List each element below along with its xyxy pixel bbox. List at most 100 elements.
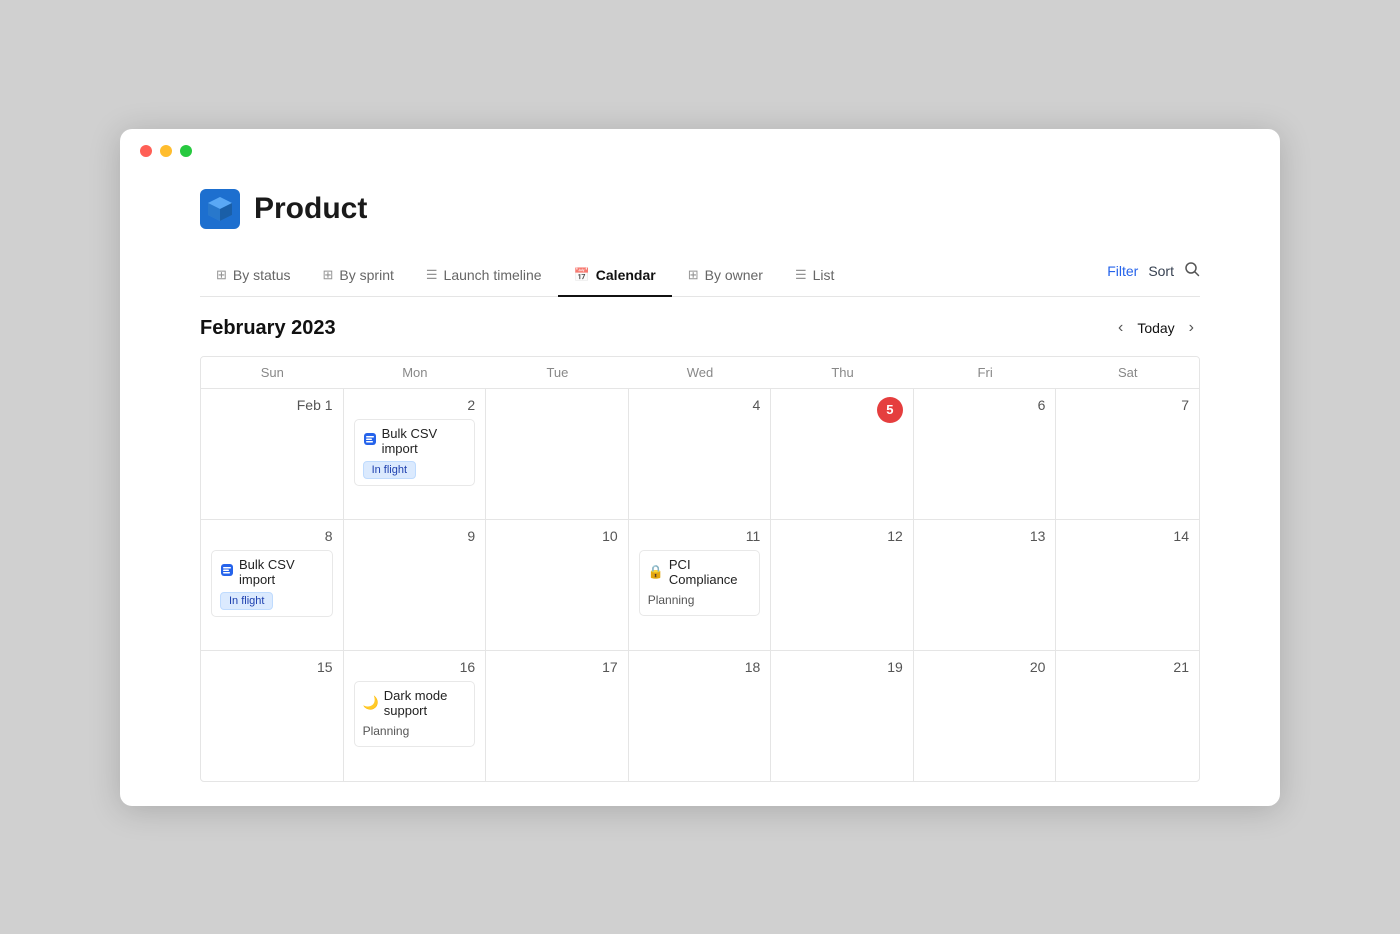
day-number: 21 <box>1066 659 1189 675</box>
tabs-left: ⊞ By status ⊞ By sprint ☰ Launch timelin… <box>200 257 1107 296</box>
day-cell: 2 Bulk CSV import In flight <box>344 389 487 519</box>
day-cell: 13 <box>914 520 1057 650</box>
event-badge-inflight: In flight <box>363 461 416 479</box>
event-name: Bulk CSV import <box>382 426 467 456</box>
day-cell: 8 Bulk CSV import In flight <box>201 520 344 650</box>
tab-launch-timeline[interactable]: ☰ Launch timeline <box>410 257 558 297</box>
event-name: Dark mode support <box>384 688 466 718</box>
app-title: Product <box>254 192 367 226</box>
event-title: Bulk CSV import <box>220 557 324 587</box>
event-name: PCI Compliance <box>669 557 751 587</box>
event-card[interactable]: 🌙 Dark mode support Planning <box>354 681 476 747</box>
search-button[interactable] <box>1184 261 1200 281</box>
day-header-sat: Sat <box>1056 357 1199 388</box>
event-name: Bulk CSV import <box>239 557 324 587</box>
next-month-button[interactable]: › <box>1183 317 1200 339</box>
day-cell: 6 <box>914 389 1057 519</box>
day-cell: 21 <box>1056 651 1199 781</box>
day-number: 10 <box>496 528 618 544</box>
day-number: 12 <box>781 528 903 544</box>
day-cell: 15 <box>201 651 344 781</box>
day-cell: 10 <box>486 520 629 650</box>
day-cell <box>486 389 629 519</box>
day-cell: 14 <box>1056 520 1199 650</box>
day-number: 9 <box>354 528 476 544</box>
close-button[interactable] <box>140 145 152 157</box>
tab-by-owner[interactable]: ⊞ By owner <box>672 257 779 297</box>
day-cell: 20 <box>914 651 1057 781</box>
app-header: Product <box>200 189 1200 229</box>
search-icon <box>1184 261 1200 277</box>
day-number: 6 <box>924 397 1046 413</box>
day-cell: 18 <box>629 651 772 781</box>
day-header-fri: Fri <box>914 357 1057 388</box>
prev-month-button[interactable]: ‹ <box>1112 317 1129 339</box>
bulk-csv-icon-1 <box>363 432 377 449</box>
pci-icon: 🔒 <box>648 564 664 580</box>
day-number: 17 <box>496 659 618 675</box>
dark-mode-icon: 🌙 <box>363 695 379 711</box>
day-header-tue: Tue <box>486 357 629 388</box>
day-number: 13 <box>924 528 1046 544</box>
day-cell: 7 <box>1056 389 1199 519</box>
event-title: 🌙 Dark mode support <box>363 688 467 718</box>
event-badge-planning: Planning <box>648 593 695 607</box>
calendar-month-label: February 2023 <box>200 317 336 340</box>
tabs-row: ⊞ By status ⊞ By sprint ☰ Launch timelin… <box>200 257 1200 297</box>
event-title: 🔒 PCI Compliance <box>648 557 752 587</box>
day-number: 7 <box>1066 397 1189 413</box>
titlebar <box>120 129 1280 169</box>
tab-by-sprint[interactable]: ⊞ By sprint <box>307 257 410 297</box>
event-badge-inflight: In flight <box>220 592 273 610</box>
list-icon: ☰ <box>795 267 807 283</box>
nav-group: ‹ Today › <box>1112 317 1200 339</box>
tab-calendar[interactable]: 📅 Calendar <box>558 257 672 297</box>
launch-timeline-icon: ☰ <box>426 267 438 283</box>
event-card[interactable]: 🔒 PCI Compliance Planning <box>639 550 761 616</box>
day-number: 4 <box>639 397 761 413</box>
tabs-right: Filter Sort <box>1107 261 1200 291</box>
day-header-wed: Wed <box>629 357 772 388</box>
week-row: 8 Bulk CSV import In flight <box>201 520 1199 651</box>
day-number: 14 <box>1066 528 1189 544</box>
calendar-tab-icon: 📅 <box>574 267 590 283</box>
app-window: Product ⊞ By status ⊞ By sprint ☰ Launch… <box>120 129 1280 806</box>
day-cell: 4 <box>629 389 772 519</box>
day-header-sun: Sun <box>201 357 344 388</box>
day-number: 8 <box>211 528 333 544</box>
bulk-csv-icon-2 <box>220 563 234 580</box>
day-cell: 12 <box>771 520 914 650</box>
sort-button[interactable]: Sort <box>1148 263 1174 279</box>
event-card[interactable]: Bulk CSV import In flight <box>354 419 476 486</box>
day-number: 18 <box>639 659 761 675</box>
day-number: 15 <box>211 659 333 675</box>
day-cell: 11 🔒 PCI Compliance Planning <box>629 520 772 650</box>
day-header-mon: Mon <box>344 357 487 388</box>
day-cell: 9 <box>344 520 487 650</box>
week-row: 15 16 🌙 Dark mode support Planning <box>201 651 1199 781</box>
day-cell: 19 <box>771 651 914 781</box>
event-card[interactable]: Bulk CSV import In flight <box>211 550 333 617</box>
tab-list[interactable]: ☰ List <box>779 257 850 297</box>
event-badge-planning: Planning <box>363 724 410 738</box>
day-number: 16 <box>354 659 476 675</box>
day-cell: 17 <box>486 651 629 781</box>
day-number: 20 <box>924 659 1046 675</box>
calendar-grid: Sun Mon Tue Wed Thu Fri Sat Feb 1 2 <box>200 356 1200 782</box>
by-status-icon: ⊞ <box>216 267 227 283</box>
maximize-button[interactable] <box>180 145 192 157</box>
filter-button[interactable]: Filter <box>1107 263 1138 279</box>
day-number: Feb 1 <box>211 397 333 413</box>
day-number: 11 <box>639 528 761 544</box>
calendar-header: February 2023 ‹ Today › <box>200 317 1200 340</box>
day-cell-today: 5 <box>771 389 914 519</box>
today-indicator: 5 <box>877 397 903 423</box>
day-cell: Feb 1 <box>201 389 344 519</box>
product-logo-icon <box>200 189 240 229</box>
day-cell: 16 🌙 Dark mode support Planning <box>344 651 487 781</box>
day-number: 2 <box>354 397 476 413</box>
day-number: 19 <box>781 659 903 675</box>
tab-by-status[interactable]: ⊞ By status <box>200 257 307 297</box>
today-button[interactable]: Today <box>1133 318 1178 338</box>
minimize-button[interactable] <box>160 145 172 157</box>
